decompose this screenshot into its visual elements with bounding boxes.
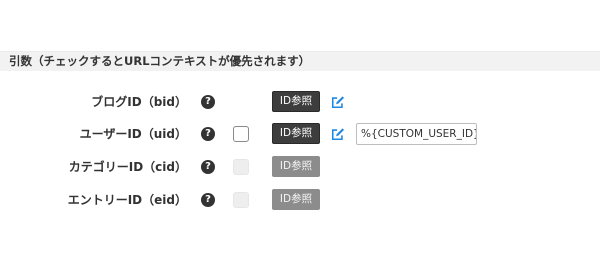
url-context-checkbox-uid[interactable]: [233, 126, 249, 142]
uid-value-input[interactable]: [356, 123, 477, 145]
row-label-cid: カテゴリーID（cid）: [68, 160, 187, 174]
section-header: 引数（チェックするとURLコンテキストが優先されます）: [0, 51, 600, 71]
url-context-checkbox-cid: [233, 159, 249, 175]
row-label-bid: ブログID（bid）: [91, 95, 187, 109]
url-context-checkbox-eid: [233, 192, 249, 208]
row-label-eid: エントリーID（eid）: [67, 193, 187, 207]
edit-icon[interactable]: [331, 95, 345, 109]
id-reference-button-eid: ID参照: [272, 189, 320, 210]
row-label-uid: ユーザーID（uid）: [79, 127, 187, 141]
help-icon[interactable]: ?: [201, 127, 215, 141]
section-title: 引数（チェックするとURLコンテキストが優先されます）: [9, 54, 311, 68]
param-row-uid: ユーザーID（uid） ? ID参照: [0, 122, 600, 146]
param-row-bid: ブログID（bid） ? ID参照: [0, 90, 600, 114]
help-icon[interactable]: ?: [201, 193, 215, 207]
id-reference-button-uid[interactable]: ID参照: [272, 123, 320, 144]
id-reference-button-cid: ID参照: [272, 156, 320, 177]
param-row-eid: エントリーID（eid） ? ID参照: [0, 188, 600, 212]
help-icon[interactable]: ?: [201, 95, 215, 109]
help-icon[interactable]: ?: [201, 160, 215, 174]
edit-icon[interactable]: [331, 127, 345, 141]
param-row-cid: カテゴリーID（cid） ? ID参照: [0, 155, 600, 179]
id-reference-button-bid[interactable]: ID参照: [272, 91, 320, 112]
